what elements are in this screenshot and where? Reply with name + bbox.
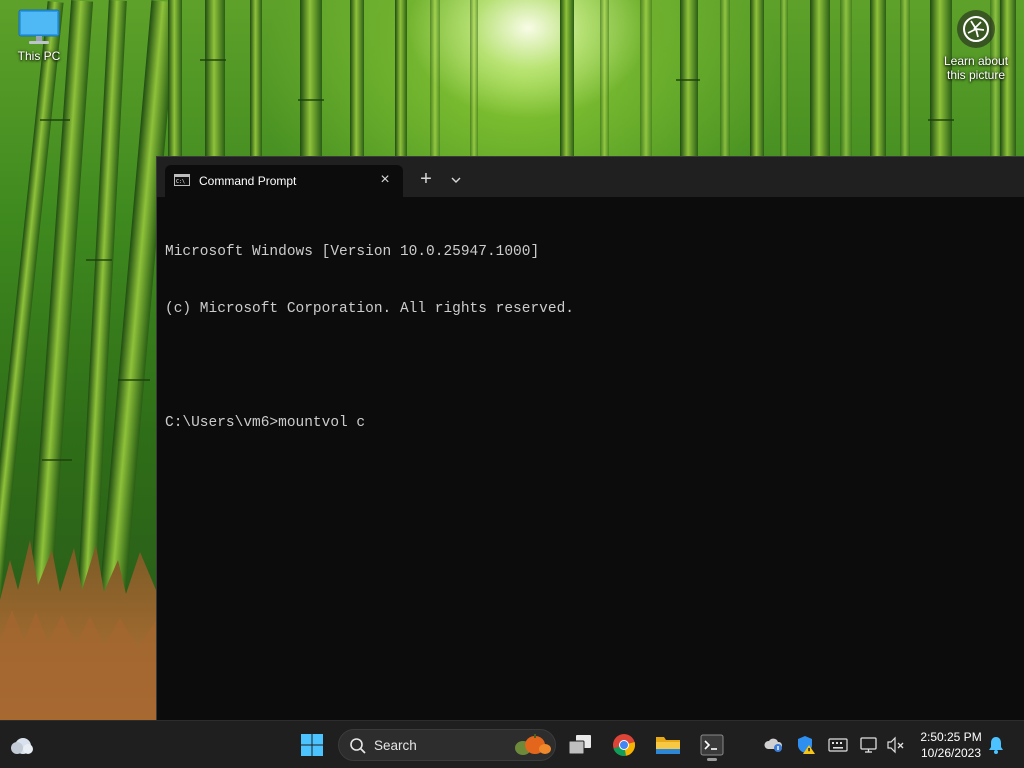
system-clock[interactable]: 2:50:25 PM 10/26/2023: [912, 729, 990, 761]
taskbar-search-box[interactable]: Search: [338, 729, 556, 761]
start-icon: [301, 734, 323, 756]
security-tray-button[interactable]: [796, 735, 816, 755]
task-view-button[interactable]: [560, 725, 600, 765]
learn-label-line2: this picture: [946, 68, 1006, 82]
title-bar[interactable]: C:\ Command Prompt × +: [157, 157, 1024, 197]
cmd-icon: C:\: [174, 174, 190, 186]
new-tab-button[interactable]: +: [415, 169, 437, 191]
chevron-down-icon[interactable]: [447, 169, 465, 191]
learn-label-line1: Learn about: [943, 54, 1009, 68]
terminal-icon: [700, 734, 724, 756]
file-explorer-icon: [656, 737, 680, 754]
svg-text:C:\: C:\: [176, 179, 185, 185]
keyboard-tray-button[interactable]: [828, 735, 848, 755]
network-icon: [860, 737, 877, 753]
clock-date: 10/26/2023: [920, 746, 982, 760]
search-icon: [350, 738, 366, 754]
monitor-icon: [18, 9, 60, 44]
notification-bell-icon[interactable]: [986, 735, 1006, 755]
security-warning-icon: [798, 736, 815, 754]
weather-icon: [11, 738, 33, 754]
tab-command-prompt[interactable]: C:\ Command Prompt ×: [165, 165, 403, 197]
camera-lens-icon: [957, 10, 995, 48]
start-button[interactable]: [292, 725, 332, 765]
command-line[interactable]: C:\Users\vm6>mountvol c: [165, 414, 1015, 433]
desktop-icon-label: This PC: [17, 49, 61, 63]
terminal-window[interactable]: C:\ Command Prompt × + Microsoft Windows…: [156, 156, 1024, 721]
onedrive-tray-button[interactable]: [764, 735, 784, 755]
active-app-indicator: [707, 758, 717, 761]
clock-time: 2:50:25 PM: [920, 730, 982, 744]
desktop-icon-this-pc[interactable]: This PC: [8, 8, 70, 63]
tab-title: Command Prompt: [199, 174, 297, 188]
search-placeholder: Search: [374, 738, 417, 753]
onedrive-icon: [764, 738, 783, 752]
weather-widget-button[interactable]: [2, 725, 42, 765]
learn-about-this-picture[interactable]: Learn about this picture: [936, 10, 1016, 82]
volume-tray-button[interactable]: [886, 735, 906, 755]
task-view-icon: [568, 735, 591, 755]
search-highlight-pumpkins-icon: [515, 734, 551, 755]
chrome-taskbar-button[interactable]: [604, 725, 644, 765]
file-explorer-taskbar-button[interactable]: [648, 725, 688, 765]
taskbar: Search 2:50:25 PM 10/26/2023: [0, 720, 1024, 768]
chrome-icon: [613, 734, 636, 756]
network-tray-button[interactable]: [860, 735, 880, 755]
close-tab-button[interactable]: ×: [373, 168, 397, 192]
keyboard-icon: [828, 738, 848, 752]
console-line: (c) Microsoft Corporation. All rights re…: [165, 301, 574, 317]
console-line: Microsoft Windows [Version 10.0.25947.10…: [165, 244, 540, 260]
volume-muted-icon: [887, 736, 904, 754]
console-output[interactable]: Microsoft Windows [Version 10.0.25947.10…: [165, 205, 1015, 705]
